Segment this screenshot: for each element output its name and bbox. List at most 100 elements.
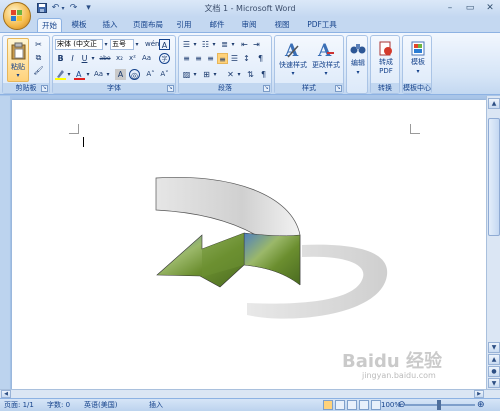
tab-references[interactable]: 引用 [174, 18, 194, 32]
underline-dropdown-icon[interactable]: ▾ [90, 53, 96, 64]
vertical-scrollbar[interactable]: ▲ ▼ ▲ ● ▼ [486, 96, 500, 389]
styles-launcher-icon[interactable]: ↘ [335, 85, 342, 92]
zoom-in-icon[interactable]: ⊕ [477, 400, 485, 411]
multilevel-list-icon[interactable]: ≣ [219, 39, 230, 50]
chinese-layout-icon[interactable]: ✕ [225, 69, 236, 80]
format-painter-icon[interactable]: 🖌 [33, 65, 44, 76]
shrink-font-button[interactable]: A˅ [159, 69, 170, 80]
char-shading-icon[interactable]: Aa [93, 69, 104, 80]
tab-page-layout[interactable]: 页面布局 [131, 18, 165, 32]
numbering-dropdown-icon[interactable]: ▾ [211, 39, 217, 50]
next-page-button[interactable]: ▼ [488, 378, 500, 388]
quick-styles-button[interactable]: A 快速样式 ▾ [278, 38, 308, 82]
align-right-icon[interactable]: ≡ [205, 53, 216, 64]
tab-insert[interactable]: 插入 [100, 18, 120, 32]
clipboard-launcher-icon[interactable]: ↘ [41, 85, 48, 92]
paste-button[interactable]: 粘贴 ▾ [7, 38, 29, 82]
close-button[interactable]: ✕ [480, 1, 500, 15]
web-layout-icon[interactable] [347, 400, 357, 410]
highlight-dropdown-icon[interactable]: ▾ [66, 69, 72, 80]
bold-button[interactable]: B [55, 53, 66, 64]
decrease-indent-icon[interactable]: ⇤ [239, 39, 250, 50]
paragraph-marks-icon[interactable]: ¶ [258, 69, 269, 80]
increase-indent-icon[interactable]: ⇥ [251, 39, 262, 50]
font-size-dropdown-icon[interactable]: ▾ [134, 39, 140, 50]
chinese-layout-dropdown-icon[interactable]: ▾ [236, 69, 242, 80]
highlight-icon[interactable] [55, 69, 66, 80]
subscript-button[interactable]: x₂ [114, 53, 125, 64]
change-styles-button[interactable]: A 更改样式 ▾ [310, 38, 342, 82]
scroll-up-button[interactable]: ▲ [488, 98, 500, 109]
borders-icon[interactable]: ⊞ [201, 69, 212, 80]
numbering-icon[interactable]: ☷ [200, 39, 211, 50]
full-screen-reading-icon[interactable] [335, 400, 345, 410]
scroll-thumb[interactable] [488, 118, 500, 236]
align-center-icon[interactable]: ≡ [193, 53, 204, 64]
editing-button[interactable]: 编辑 ▾ [348, 38, 368, 82]
font-launcher-icon[interactable]: ↘ [167, 85, 174, 92]
shading-icon[interactable]: ▨ [181, 69, 192, 80]
word-count[interactable]: 字数: 0 [47, 400, 70, 411]
superscript-button[interactable]: x² [127, 53, 138, 64]
bullets-dropdown-icon[interactable]: ▾ [192, 39, 198, 50]
copy-icon[interactable]: ⧉ [33, 52, 44, 63]
enclose-char-icon[interactable]: 字 [159, 53, 170, 64]
font-size-combo[interactable]: 五号 [110, 39, 134, 50]
tab-home[interactable]: 开始 [37, 18, 62, 32]
paragraph-launcher-icon[interactable]: ↘ [263, 85, 270, 92]
line-spacing-icon[interactable]: ↕ [241, 53, 252, 64]
font-color-dropdown-icon[interactable]: ▾ [85, 69, 91, 80]
multilevel-dropdown-icon[interactable]: ▾ [230, 39, 236, 50]
borders-dropdown-icon[interactable]: ▾ [212, 69, 218, 80]
maximize-button[interactable]: ▭ [460, 1, 480, 15]
tab-view[interactable]: 视图 [272, 18, 292, 32]
cut-icon[interactable]: ✂ [33, 39, 44, 50]
customize-qat-icon[interactable]: ▾ [83, 3, 94, 14]
distributed-icon[interactable]: ☰ [229, 53, 240, 64]
scroll-left-button[interactable]: ◀ [1, 390, 11, 398]
outline-view-icon[interactable] [359, 400, 369, 410]
curved-arrow-shape[interactable] [152, 175, 392, 335]
scroll-right-button[interactable]: ▶ [474, 390, 484, 398]
office-button[interactable] [3, 2, 31, 30]
zoom-slider-thumb[interactable] [437, 400, 441, 410]
tab-pdf-tools[interactable]: PDF工具 [304, 18, 340, 32]
grow-font-button[interactable]: A˄ [145, 69, 156, 80]
change-case-button[interactable]: Aa [141, 53, 152, 64]
sort-icon[interactable]: ⇅ [245, 69, 256, 80]
select-browse-object-button[interactable]: ● [488, 366, 500, 377]
minimize-button[interactable]: – [440, 1, 460, 15]
align-left-icon[interactable]: ≡ [181, 53, 192, 64]
strikethrough-button[interactable]: abe [98, 53, 112, 64]
font-name-dropdown-icon[interactable]: ▾ [103, 39, 109, 50]
show-formatting-icon[interactable]: ¶ [255, 53, 266, 64]
tab-review[interactable]: 审阅 [239, 18, 259, 32]
page-indicator[interactable]: 页面: 1/1 [4, 400, 34, 411]
shading-dropdown-icon[interactable]: ▾ [192, 69, 198, 80]
undo-dropdown-icon[interactable]: ▾ [60, 3, 66, 14]
text-effects-dropdown-icon[interactable]: ▾ [105, 69, 111, 80]
font-color-icon[interactable]: A [74, 69, 85, 80]
draft-view-icon[interactable] [371, 400, 381, 410]
bullets-icon[interactable]: ☰ [181, 39, 192, 50]
char-shade-button[interactable]: A [115, 69, 126, 80]
redo-icon[interactable]: ↷ [68, 3, 79, 14]
tab-template[interactable]: 模板 [69, 18, 89, 32]
font-name-combo[interactable]: 宋体 (中文正 [55, 39, 103, 50]
char-border-icon[interactable]: A [159, 39, 170, 50]
insert-mode-indicator[interactable]: 插入 [149, 400, 163, 411]
italic-button[interactable]: I [67, 53, 78, 64]
prev-page-button[interactable]: ▲ [488, 354, 500, 365]
horizontal-scrollbar[interactable]: ◀ ▶ [0, 389, 500, 398]
justify-icon[interactable]: ≡ [217, 53, 228, 64]
template-button[interactable]: 模板 ▾ [405, 38, 431, 82]
phonetic-guide-icon[interactable]: wén [145, 39, 159, 50]
underline-button[interactable]: U [79, 53, 90, 64]
language-indicator[interactable]: 英语(美国) [84, 400, 117, 411]
enclose-button-icon[interactable]: ◎ [129, 69, 140, 80]
tab-mailings[interactable]: 邮件 [207, 18, 227, 32]
save-icon[interactable] [36, 3, 47, 14]
scroll-down-button[interactable]: ▼ [488, 342, 500, 353]
print-layout-view-icon[interactable] [323, 400, 333, 410]
convert-pdf-button[interactable]: 转成 PDF [373, 38, 399, 82]
